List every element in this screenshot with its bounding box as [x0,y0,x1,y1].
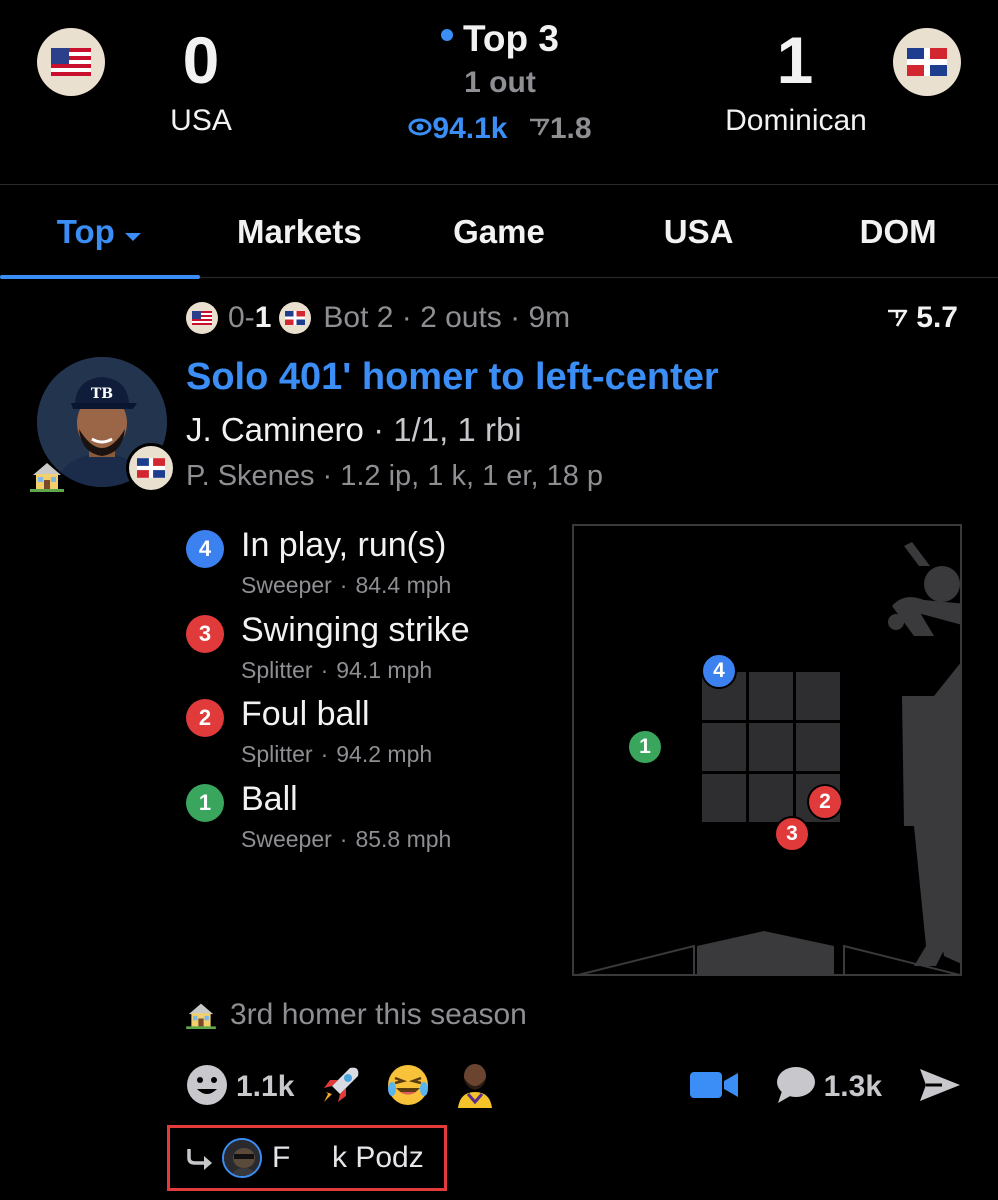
pitch-speed: 94.2 mph [336,741,433,767]
dominican-flag-icon [126,443,176,493]
play-meta: 0-1 Bot 2 · 2 outs · 9m [186,300,570,336]
share-button[interactable] [918,1067,962,1108]
pitch-number-badge: 2 [186,699,224,737]
pitch-result: Foul ball [241,695,370,733]
pitch-marker: 1 [627,729,663,765]
pitch-speed: 85.8 mph [355,826,452,852]
away-team-name: USA [170,104,232,137]
play-score-home: 1 [254,301,272,334]
play-context: Bot 2 · 2 outs · 9m [323,301,571,334]
play-score: 0-1 [228,301,271,335]
bolt-vote-icon [888,309,908,327]
house-icon [186,1003,216,1029]
pitch-detail: Sweeper · 84.4 mph [241,572,452,598]
house-icon [30,460,64,497]
pitch-number-badge: 3 [186,615,224,653]
pitch-detail: Sweeper · 85.8 mph [241,826,452,852]
home-score: 1 [776,23,814,97]
reply-arrow-icon [187,1149,212,1170]
pitch-result: Swinging strike [241,611,470,649]
avatar [222,1138,262,1178]
batter-line: J. Caminero · 1/1, 1 rbi [186,411,522,449]
away-score: 0 [182,23,220,97]
play-title[interactable]: Solo 401' homer to left-center [186,356,719,399]
chevron-down-icon [123,213,143,251]
votes-count: 1.8 [528,112,592,145]
tab-usa[interactable]: USA [599,186,799,278]
play-votes[interactable]: 5.7 [886,300,958,336]
viewers-value: 94.1k [432,112,508,145]
home-plate [697,931,834,974]
dominican-flag-icon[interactable] [893,28,961,96]
action-bar: 1.3k [689,1062,962,1112]
pitch-speed: 84.4 mph [355,572,452,598]
smiley-reaction-button[interactable] [186,1064,228,1111]
pitch-number-badge: 1 [186,784,224,822]
inning-status: Top 3 [380,18,620,60]
play-votes-value: 5.7 [916,301,958,334]
batter-silhouette [888,542,960,966]
pitch-speed: 94.1 mph [336,657,433,683]
pitch-type: Sweeper [241,826,332,852]
tab-game[interactable]: Game [399,186,599,278]
live-dot-icon [441,29,454,42]
viewers-count: 94.1k [408,112,515,145]
dominican-flag-icon [279,302,312,334]
game-stats: 94.1k 1.8 [380,112,620,146]
send-icon [920,1068,960,1101]
video-icon[interactable] [689,1069,738,1106]
inning-label: Top 3 [463,18,559,59]
eye-icon [408,118,432,136]
pitch-result: Ball [241,780,298,818]
reply-username: F k Podz [272,1141,424,1174]
comment-icon [776,1066,815,1103]
home-team-name: Dominican [725,104,867,137]
smile-icon [187,1064,227,1105]
reply-preview[interactable]: F k Podz [167,1125,447,1191]
pitch-type: Splitter [241,741,313,767]
tab-top-label: Top [56,213,115,250]
comment-button[interactable] [774,1065,816,1110]
strike-zone-chart: 4 3 2 1 [572,524,962,976]
pitch-detail: Splitter · 94.1 mph [241,657,433,683]
pitch-type: Splitter [241,657,313,683]
tab-markets[interactable]: Markets [200,186,400,278]
season-note-text: 3rd homer this season [230,998,527,1031]
cap-logo: TB [91,386,113,402]
reaction-count: 1.1k [236,1070,295,1103]
pitch-result: In play, run(s) [241,526,447,564]
scoreboard: 0 USA Top 3 1 out 94.1k 1.8 1 Dominican [0,0,998,185]
comment-count: 1.3k [823,1070,882,1103]
votes-value: 1.8 [549,112,592,145]
outs-label: 1 out [464,66,536,99]
player-emoji-icon[interactable] [454,1062,496,1113]
pitch-marker: 3 [774,816,810,852]
pitch-marker: 4 [701,653,737,689]
bolt-vote-icon [529,118,550,136]
laughing-emoji-icon[interactable] [386,1063,430,1112]
pitcher-line: P. Skenes · 1.2 ip, 1 k, 1 er, 18 p [186,460,604,492]
pitch-detail: Splitter · 94.2 mph [241,741,433,767]
usa-flag-icon [186,302,218,334]
usa-flag-icon[interactable] [37,28,105,96]
batter-stats: · 1/1, 1 rbi [373,411,522,448]
pitch-type: Sweeper [241,572,332,598]
play-score-away: 0- [228,301,255,334]
pitch-marker: 2 [807,784,843,820]
tab-dom[interactable]: DOM [798,186,998,278]
pitch-number-badge: 4 [186,530,224,568]
rocket-icon[interactable] [320,1064,362,1111]
season-note: 3rd homer this season [186,998,527,1032]
reaction-bar: 1.1k [186,1062,520,1112]
tab-bar: Top Markets Game USA DOM [0,186,998,279]
tab-top[interactable]: Top [0,186,200,279]
batter-name[interactable]: J. Caminero [186,411,364,448]
